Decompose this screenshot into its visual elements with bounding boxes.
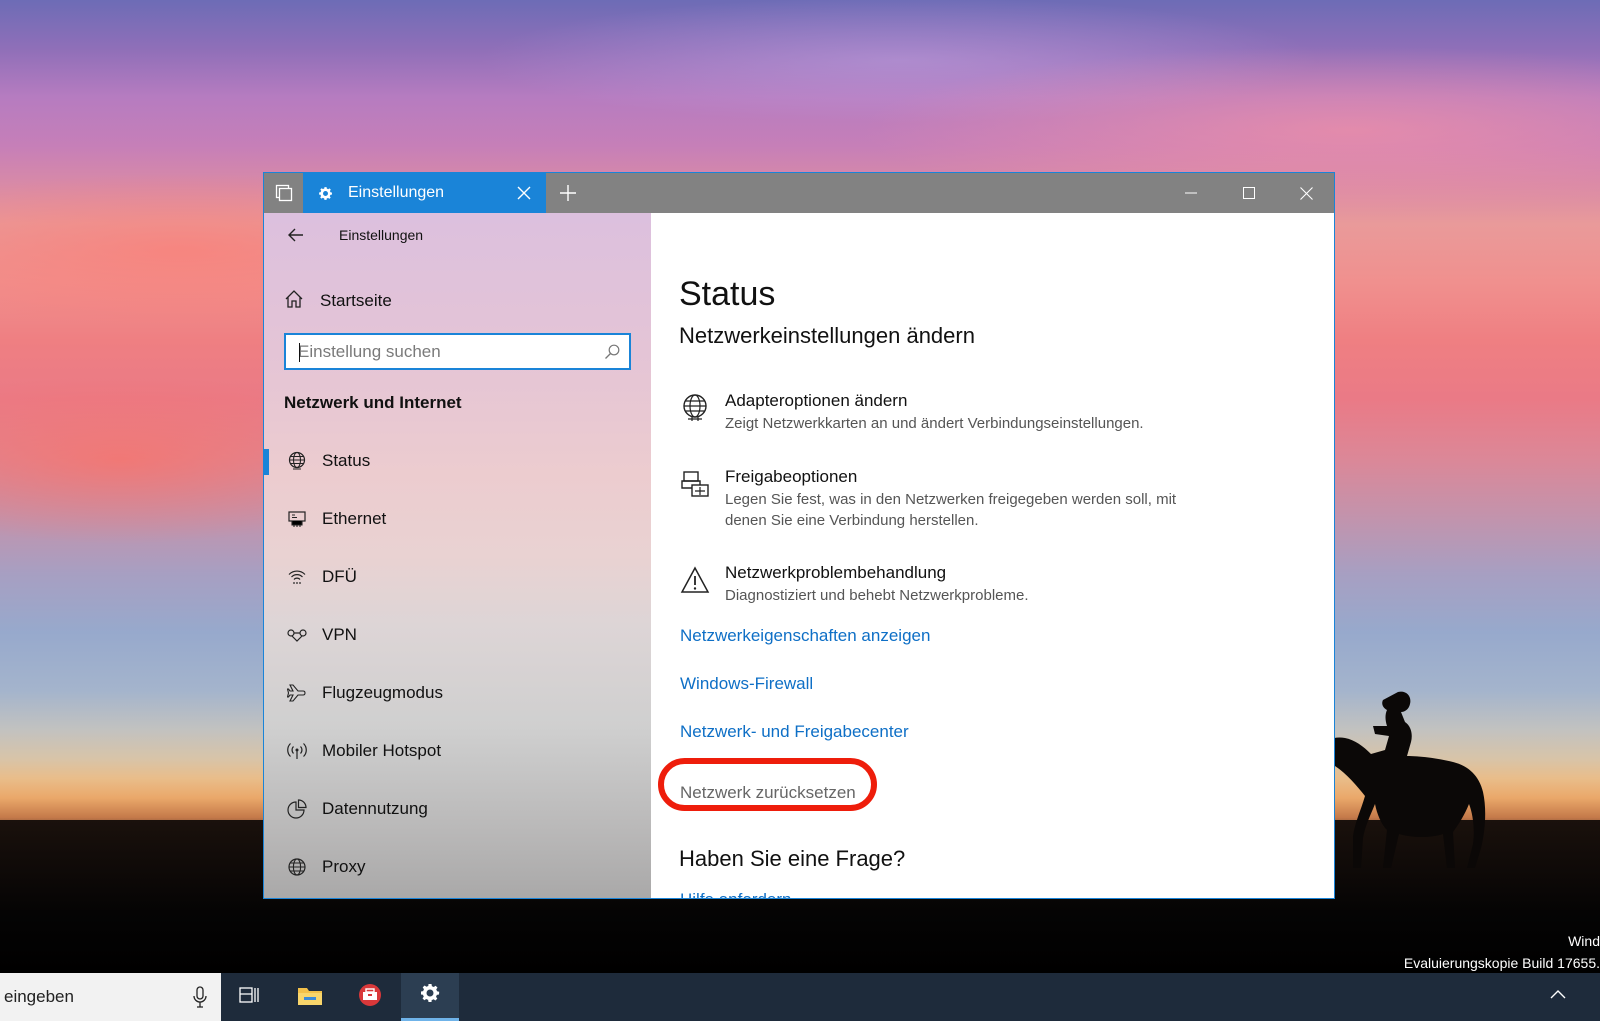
toolbox-icon bbox=[357, 983, 383, 1012]
vpn-icon bbox=[282, 627, 312, 643]
data-usage-icon bbox=[282, 799, 312, 819]
faq-heading: Haben Sie eine Frage? bbox=[679, 846, 906, 871]
sidebar-item-label: Datennutzung bbox=[322, 799, 428, 818]
app-title: Einstellungen bbox=[339, 227, 424, 243]
warning-icon bbox=[679, 563, 711, 606]
gear-icon bbox=[317, 185, 334, 202]
tab-close-icon[interactable] bbox=[514, 183, 534, 203]
tab-einstellungen[interactable]: Einstellungen bbox=[303, 173, 546, 213]
sidebar-item-label: DFÜ bbox=[322, 567, 357, 586]
close-button[interactable] bbox=[1277, 173, 1334, 213]
sidebar-item-label: VPN bbox=[322, 625, 357, 644]
link-windows-firewall[interactable]: Windows-Firewall bbox=[680, 674, 813, 694]
page-title: Status bbox=[679, 275, 776, 313]
sharing-icon bbox=[679, 467, 711, 531]
option-troubleshoot[interactable]: Netzwerkproblembehandlung Diagnostiziert… bbox=[679, 563, 1195, 606]
search-input[interactable] bbox=[286, 335, 595, 368]
hotspot-icon bbox=[282, 741, 312, 761]
sidebar-item-ethernet[interactable]: Ethernet bbox=[264, 497, 651, 541]
link-network-properties[interactable]: Netzwerkeigenschaften anzeigen bbox=[680, 626, 930, 646]
content-pane: Status Netzwerkeinstellungen ändern Adap… bbox=[651, 213, 1334, 898]
tab-title: Einstellungen bbox=[348, 184, 445, 201]
gear-icon bbox=[418, 981, 442, 1010]
toolbox-app-button[interactable] bbox=[341, 973, 399, 1021]
dialup-icon bbox=[282, 567, 312, 587]
sidebar-item-label: Ethernet bbox=[322, 509, 387, 528]
back-arrow-icon[interactable] bbox=[282, 221, 310, 249]
option-description: Legen Sie fest, was in den Netzwerken fr… bbox=[725, 491, 1177, 529]
home-icon bbox=[284, 289, 304, 314]
taskbar: eingeben bbox=[0, 973, 1600, 1021]
sidebar-item-proxy[interactable]: Proxy bbox=[264, 845, 651, 889]
watermark-line-2: Evaluierungskopie Build 17655. bbox=[1403, 955, 1600, 971]
sidebar-item-label: Proxy bbox=[322, 857, 366, 876]
sidebar-item-status[interactable]: Status bbox=[264, 439, 651, 483]
set-aside-tabs-icon[interactable] bbox=[264, 173, 304, 213]
link-sharing-center[interactable]: Netzwerk- und Freigabecenter bbox=[680, 722, 909, 742]
active-indicator bbox=[264, 449, 269, 475]
settings-search-box[interactable] bbox=[284, 333, 631, 370]
search-icon[interactable] bbox=[595, 344, 629, 360]
task-view-button[interactable] bbox=[221, 973, 279, 1021]
watermark-line-1: Wind bbox=[1568, 933, 1600, 949]
microphone-icon[interactable] bbox=[193, 986, 207, 1013]
minimize-button[interactable] bbox=[1162, 173, 1220, 213]
sidebar-item-vpn[interactable]: VPN bbox=[264, 613, 651, 657]
sidebar-item-home[interactable]: Startseite bbox=[284, 286, 392, 316]
maximize-button[interactable] bbox=[1220, 173, 1278, 213]
ethernet-icon bbox=[282, 509, 312, 529]
sidebar-section-title: Netzwerk und Internet bbox=[284, 393, 462, 412]
sidebar-item-mobile-hotspot[interactable]: Mobiler Hotspot bbox=[264, 729, 651, 773]
globe-icon bbox=[282, 857, 312, 877]
option-description: Zeigt Netzwerkkarten an und ändert Verbi… bbox=[725, 415, 1144, 432]
globe-status-icon bbox=[282, 451, 312, 471]
option-description: Diagnostiziert und behebt Netzwerkproble… bbox=[725, 587, 1029, 604]
option-title: Netzwerkproblembehandlung bbox=[725, 563, 947, 582]
text-caret bbox=[299, 343, 300, 362]
settings-taskbar-button[interactable] bbox=[401, 973, 459, 1021]
sidebar-item-label: Mobiler Hotspot bbox=[322, 741, 442, 760]
folder-icon bbox=[297, 984, 323, 1011]
adapter-globe-icon bbox=[679, 391, 711, 434]
file-explorer-button[interactable] bbox=[281, 973, 339, 1021]
option-title: Freigabeoptionen bbox=[725, 467, 858, 486]
taskbar-search-box[interactable]: eingeben bbox=[0, 973, 221, 1021]
airplane-icon bbox=[282, 683, 312, 703]
sidebar-item-label: Flugzeugmodus bbox=[322, 683, 443, 702]
option-adapter[interactable]: Adapteroptionen ändern Zeigt Netzwerkkar… bbox=[679, 391, 1195, 434]
link-network-reset[interactable]: Netzwerk zurücksetzen bbox=[680, 783, 856, 803]
sidebar-item-dialup[interactable]: DFÜ bbox=[264, 555, 651, 599]
taskbar-search-text: eingeben bbox=[4, 987, 74, 1006]
section-heading: Netzwerkeinstellungen ändern bbox=[679, 323, 975, 348]
option-title: Adapteroptionen ändern bbox=[725, 391, 908, 410]
sidebar: Einstellungen Startseite Netzwerk und In… bbox=[264, 213, 651, 898]
task-view-icon bbox=[239, 985, 261, 1010]
link-get-help[interactable]: Hilfe anfordern bbox=[680, 890, 792, 898]
home-label: Startseite bbox=[320, 291, 392, 310]
sidebar-item-label: Status bbox=[322, 451, 371, 470]
settings-window: Einstellungen Einstellungen Startseite E… bbox=[263, 172, 1335, 899]
chevron-up-icon[interactable] bbox=[1550, 987, 1566, 1008]
title-bar: Einstellungen bbox=[264, 173, 1334, 213]
option-sharing[interactable]: Freigabeoptionen Legen Sie fest, was in … bbox=[679, 467, 1195, 531]
new-tab-icon[interactable] bbox=[556, 181, 580, 205]
sidebar-item-airplane-mode[interactable]: Flugzeugmodus bbox=[264, 671, 651, 715]
sidebar-item-data-usage[interactable]: Datennutzung bbox=[264, 787, 651, 831]
